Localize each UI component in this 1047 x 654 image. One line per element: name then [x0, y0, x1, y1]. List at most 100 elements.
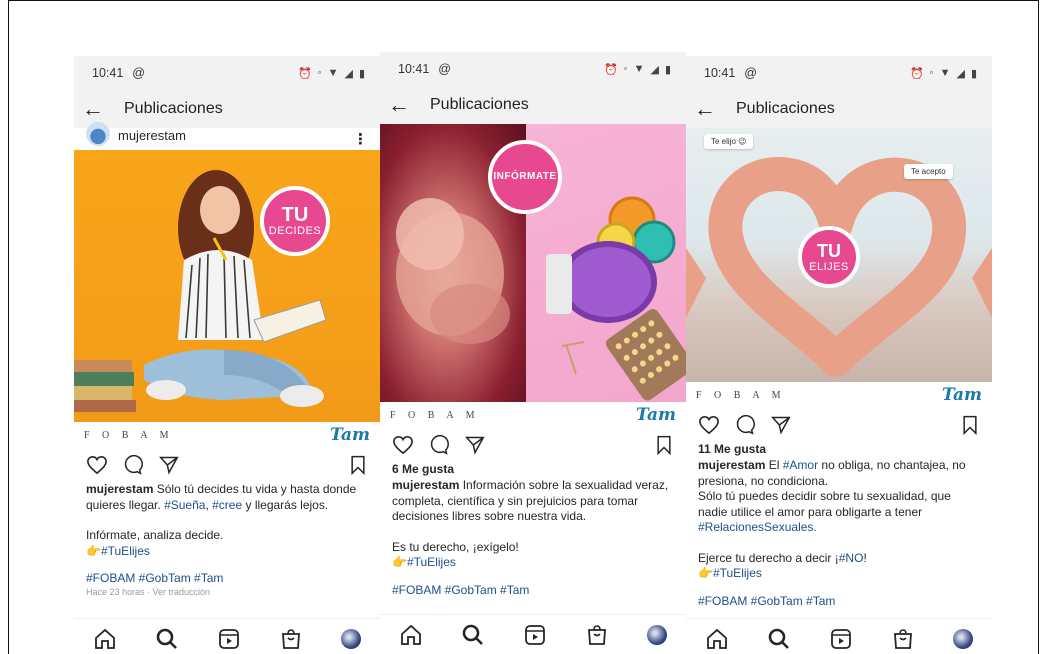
- post-actions: [380, 428, 686, 462]
- post-image[interactable]: INFÓRMATE: [380, 124, 686, 402]
- shop-icon[interactable]: [585, 623, 609, 647]
- alarm-icon: ⏰: [297, 67, 313, 80]
- send-icon[interactable]: [158, 455, 180, 475]
- tam-logo: Tam: [941, 385, 982, 405]
- shop-icon[interactable]: [891, 627, 915, 651]
- home-icon[interactable]: [399, 623, 423, 647]
- bookmark-icon[interactable]: [654, 435, 674, 455]
- alarm-icon: ⏰: [909, 67, 925, 80]
- caption-tail: y llegarás lejos.: [245, 497, 329, 512]
- badge-line-1: INFÓRMATE: [493, 171, 557, 182]
- tam-logo: Tam: [329, 425, 370, 445]
- hashtag-suena[interactable]: #Sueña: [164, 498, 205, 512]
- bottom-nav: [74, 618, 380, 654]
- back-arrow-icon[interactable]: ←: [82, 98, 124, 120]
- hashtag-relaciones[interactable]: #RelacionesSexuales.: [698, 520, 817, 534]
- more-options-icon[interactable]: ⋮: [353, 130, 368, 148]
- profile-avatar[interactable]: [647, 624, 667, 645]
- wifi-icon: ▼: [327, 67, 340, 79]
- signal-icon: ◢: [650, 63, 660, 76]
- likes-count[interactable]: 6 Me gusta: [380, 462, 686, 476]
- at-icon: @: [744, 66, 757, 80]
- post-username[interactable]: mujerestam: [118, 128, 186, 143]
- home-icon[interactable]: [705, 627, 729, 651]
- avatar[interactable]: [86, 122, 110, 146]
- heart-icon[interactable]: [392, 435, 414, 455]
- wifi-icon: ▼: [633, 63, 646, 75]
- search-icon[interactable]: [461, 623, 485, 647]
- status-icons: ⏰ ◦ ▼ ◢ ▮: [604, 63, 672, 76]
- app-bar: ← Publicaciones: [74, 90, 380, 128]
- brand-strip: F O B A M Tam: [380, 402, 686, 428]
- send-icon[interactable]: [770, 415, 792, 435]
- profile-avatar[interactable]: [953, 628, 973, 649]
- bottom-nav: [380, 614, 686, 654]
- line2-post: !: [863, 550, 867, 565]
- badge-line-1: TU: [281, 204, 309, 226]
- reels-icon[interactable]: [523, 623, 547, 647]
- status-bar: 10:41 @ ⏰ ◦ ▼ ◢ ▮: [380, 52, 686, 86]
- sticker-te-acepto: Te acepto: [904, 164, 953, 179]
- caption-hashtags[interactable]: #FOBAM #GobTam #Tam: [74, 571, 380, 587]
- status-time: 10:41: [398, 62, 430, 76]
- phone-screen-1: 10:41 @ ⏰ ◦ ▼ ◢ ▮ ← Publicaciones mujere…: [74, 56, 380, 654]
- post-actions: [74, 448, 380, 482]
- likes-count[interactable]: 11 Me gusta: [686, 442, 992, 456]
- fobam-logo: F O B A M: [390, 409, 480, 421]
- informate-badge: INFÓRMATE: [488, 140, 562, 214]
- hashtag-tuelijes[interactable]: #TuElijes: [713, 566, 762, 580]
- at-icon: @: [438, 62, 451, 76]
- page-title: Publicaciones: [430, 96, 529, 113]
- hashtag-tuelijes[interactable]: #TuElijes: [101, 544, 150, 558]
- post-header: mujerestam ⋮: [74, 122, 380, 150]
- caption-line-3: 👉#TuElijes: [392, 555, 456, 569]
- battery-icon: ▮: [664, 63, 672, 76]
- caption-hashtags[interactable]: #FOBAM #GobTam #Tam: [686, 594, 992, 610]
- shop-icon[interactable]: [279, 627, 303, 651]
- caption-username[interactable]: mujerestam: [392, 478, 459, 492]
- caption-text-2: Sólo tú puedes decidir sobre tu sexualid…: [686, 489, 992, 536]
- status-icons: ⏰ ◦ ▼ ◢ ▮: [298, 67, 366, 80]
- back-arrow-icon[interactable]: ←: [388, 94, 430, 116]
- caption-username[interactable]: mujerestam: [698, 458, 765, 472]
- post-image[interactable]: Te elijo 😉 Te acepto TU ELIJES: [686, 128, 992, 382]
- heart-icon[interactable]: [698, 415, 720, 435]
- wifi-icon: ▼: [939, 67, 952, 79]
- hashtag-amor[interactable]: #Amor: [783, 458, 818, 472]
- bottom-nav: [686, 618, 992, 654]
- caption-username[interactable]: mujerestam: [86, 482, 153, 496]
- hashtag-cree[interactable]: #cree: [212, 498, 242, 512]
- girl-illustration: [74, 170, 327, 412]
- search-icon[interactable]: [155, 627, 179, 651]
- brand-strip: F O B A M Tam: [686, 382, 992, 408]
- battery-icon: ▮: [970, 67, 978, 80]
- search-icon[interactable]: [767, 627, 791, 651]
- comment-icon[interactable]: [122, 455, 144, 475]
- profile-avatar[interactable]: [341, 628, 361, 649]
- battery-icon: ▮: [358, 67, 366, 80]
- vibrate-icon: ◦: [929, 67, 935, 79]
- tu-decides-badge: TU DECIDES: [260, 186, 330, 256]
- caption-hashtags[interactable]: #FOBAM #GobTam #Tam: [380, 583, 686, 599]
- home-icon[interactable]: [93, 627, 117, 651]
- page-title: Publicaciones: [736, 100, 835, 117]
- post-time-hint: Hace 23 horas · Ver traducción: [86, 586, 211, 597]
- comment-icon[interactable]: [734, 415, 756, 435]
- bookmark-icon[interactable]: [348, 455, 368, 475]
- comment-icon[interactable]: [428, 435, 450, 455]
- bookmark-icon[interactable]: [960, 415, 980, 435]
- hashtag-tuelijes[interactable]: #TuElijes: [407, 555, 456, 569]
- back-arrow-icon[interactable]: ←: [694, 98, 736, 120]
- reels-icon[interactable]: [217, 627, 241, 651]
- phone-screen-3: 10:41 @ ⏰ ◦ ▼ ◢ ▮ ← Publicaciones Te eli…: [686, 56, 992, 654]
- phone-screen-2: 10:41 @ ⏰ ◦ ▼ ◢ ▮ ← Publicaciones INFÓRM…: [380, 52, 686, 654]
- badge-line-1: TU: [817, 241, 841, 261]
- post-caption: mujerestam El #Amor no obliga, no chanta…: [686, 458, 992, 489]
- post-caption: mujerestam Información sobre la sexualid…: [380, 478, 686, 525]
- post-image[interactable]: TU DECIDES: [74, 150, 380, 422]
- heart-icon[interactable]: [86, 455, 108, 475]
- post-actions: [686, 408, 992, 442]
- hashtag-no[interactable]: #NO: [839, 551, 864, 565]
- reels-icon[interactable]: [829, 627, 853, 651]
- send-icon[interactable]: [464, 435, 486, 455]
